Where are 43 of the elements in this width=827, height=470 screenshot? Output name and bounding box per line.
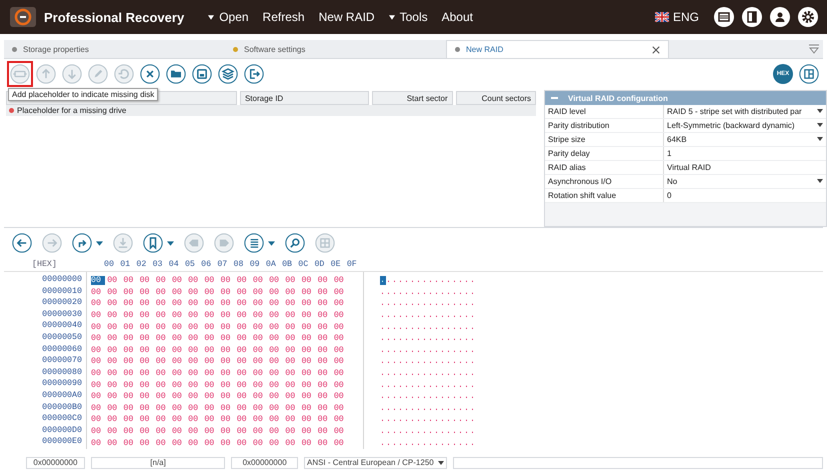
property-label: RAID alias [547, 163, 587, 172]
column-offset: 07 [217, 260, 228, 269]
row-offset: 00000090 [42, 379, 82, 390]
column-offset: 03 [152, 260, 164, 269]
column-offset: 0E [330, 260, 342, 269]
property-label: Rotation shift value [547, 191, 618, 200]
row-offset: 00000040 [42, 321, 82, 332]
row-offset: 000000E0 [42, 437, 82, 448]
property-label: RAID level [547, 107, 587, 116]
hex-mode-label: [HEX] [31, 260, 58, 269]
column-offset: 02 [136, 260, 148, 269]
column-offset: 0F [346, 260, 358, 269]
app-title: Professional Recovery [44, 10, 184, 24]
column-offset: 09 [250, 260, 261, 269]
column-offset: 01 [120, 260, 132, 269]
property-label: Parity distribution [547, 121, 610, 130]
row-offset: 00000080 [42, 368, 82, 379]
row-offset: 000000D0 [42, 426, 82, 437]
row-offset: 00000070 [42, 356, 82, 368]
row-offset: 00000030 [42, 310, 82, 321]
column-offset: 05 [184, 260, 196, 269]
row-offset: 00000000 [42, 275, 82, 286]
drive-name: Placeholder for a missing drive [17, 106, 126, 115]
column-offset: 0B [282, 260, 294, 269]
column-offset: 00 [104, 260, 115, 269]
column-offset: 0C [298, 260, 310, 269]
tooltip: Add placeholder to indicate missing disk [8, 88, 158, 101]
row-offset: 00000060 [42, 344, 82, 356]
row-offset: 00000020 [42, 298, 82, 310]
column-offset: 08 [234, 260, 244, 269]
column-offset: 06 [201, 260, 212, 269]
column-offset: 04 [168, 260, 180, 269]
property-label: Stripe size [547, 135, 586, 144]
property-label: Parity delay [547, 149, 591, 158]
row-offset: 000000B0 [42, 402, 82, 414]
row-offset: 00000050 [42, 332, 82, 344]
row-offset: 000000C0 [42, 414, 82, 426]
property-label: Asynchronous I/O [547, 177, 613, 186]
column-offset: 0A [266, 260, 277, 269]
row-offset: 00000010 [42, 286, 82, 298]
column-offset: 0D [314, 260, 326, 269]
panel-title: Virtual RAID configuration [568, 94, 668, 102]
row-offset: 000000A0 [42, 390, 82, 402]
